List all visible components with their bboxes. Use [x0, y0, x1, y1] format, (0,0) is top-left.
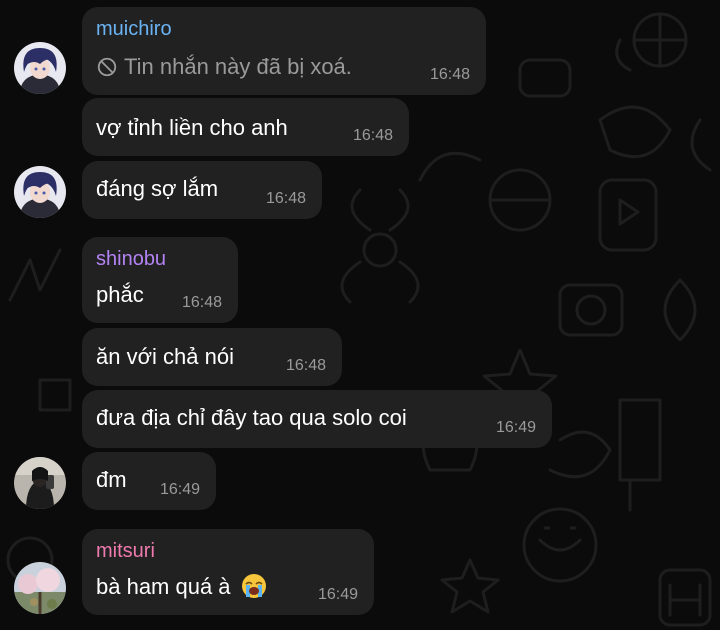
message-time: 16:48	[352, 127, 393, 144]
avatar-muichiro[interactable]	[14, 166, 66, 218]
avatar-muichiro[interactable]	[14, 42, 66, 94]
message-bubble[interactable]: vợ tỉnh liền cho anh 16:48	[82, 98, 409, 156]
message-text: đáng sợ lắm	[96, 176, 219, 201]
message-text: ăn với chả nói	[96, 344, 234, 369]
avatar-image	[14, 166, 66, 218]
message-time: 16:48	[265, 190, 306, 207]
sender-name[interactable]: shinobu	[96, 247, 166, 271]
sender-name[interactable]: muichiro	[96, 17, 172, 41]
message-bubble[interactable]: muichiro Tin nhắn này đã bị xoá. 16:48	[82, 7, 486, 95]
message-text: phắc	[96, 282, 144, 307]
message-time: 16:49	[317, 586, 358, 603]
avatar-mitsuri[interactable]	[14, 562, 66, 614]
message-bubble[interactable]: đáng sợ lắm 16:48	[82, 161, 322, 219]
avatar-image	[14, 42, 66, 94]
message-time: 16:48	[181, 294, 222, 311]
message-time: 16:48	[285, 357, 326, 374]
message-text: đưa địa chỉ đây tao qua solo coi	[96, 405, 407, 430]
sender-name[interactable]: mitsuri	[96, 539, 155, 563]
message-bubble[interactable]: đm 16:49	[82, 452, 216, 510]
message-text: Tin nhắn này đã bị xoá.	[124, 54, 352, 79]
message-text: đm	[96, 467, 127, 492]
message-bubble[interactable]: mitsuri bà ham quá à 16:49	[82, 529, 374, 615]
avatar-image	[14, 457, 66, 509]
message-bubble[interactable]: ăn với chả nói 16:48	[82, 328, 342, 386]
deleted-message: Tin nhắn này đã bị xoá.	[96, 53, 352, 81]
avatar-user[interactable]	[14, 457, 66, 509]
ban-icon	[97, 57, 117, 77]
message-text-row: bà ham quá à	[96, 573, 267, 601]
message-text: bà ham quá à	[96, 574, 231, 599]
crying-face-emoji	[241, 574, 266, 598]
message-time: 16:49	[495, 419, 536, 436]
message-bubble[interactable]: đưa địa chỉ đây tao qua solo coi 16:49	[82, 390, 552, 448]
avatar-image	[14, 562, 66, 614]
message-time: 16:49	[159, 481, 200, 498]
message-text: vợ tỉnh liền cho anh	[96, 115, 288, 140]
message-time: 16:48	[429, 66, 470, 83]
message-bubble[interactable]: shinobu phắc 16:48	[82, 237, 238, 323]
